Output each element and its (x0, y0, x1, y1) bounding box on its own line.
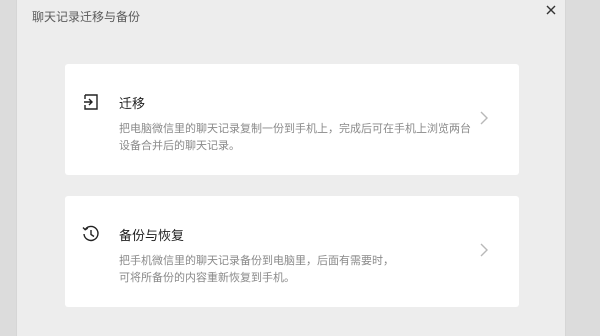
migrate-description: 把电脑微信里的聊天记录复制一份到手机上，完成后可在手机上浏览两台设备合并后的聊天… (119, 122, 471, 152)
history-restore-icon (81, 224, 101, 244)
close-button[interactable] (543, 2, 559, 18)
backup-restore-title: 备份与恢复 (119, 229, 185, 244)
backup-restore-description-line: 可将所备份的内容重新恢复到手机。 (119, 271, 295, 284)
dialog-title: 聊天记录迁移与备份 (32, 10, 141, 24)
backup-restore-description-line: 把手机微信里的聊天记录备份到电脑里，后面有需要时， (119, 254, 394, 267)
chevron-right-icon (477, 241, 491, 259)
chevron-right-icon (477, 109, 491, 127)
backup-restore-description: 把手机微信里的聊天记录备份到电脑里，后面有需要时， 可将所备份的内容重新恢复到手… (119, 252, 477, 286)
migrate-card[interactable]: 迁移 把电脑微信里的聊天记录复制一份到手机上，完成后可在手机上浏览两台设备合并后… (65, 64, 519, 175)
close-icon (546, 5, 556, 15)
migrate-title: 迁移 (119, 97, 146, 112)
backup-restore-card[interactable]: 备份与恢复 把手机微信里的聊天记录备份到电脑里，后面有需要时， 可将所备份的内容… (65, 196, 519, 307)
migrate-icon (81, 92, 101, 112)
chat-migration-dialog: 聊天记录迁移与备份 迁移 把电脑微信里的聊天记录复制一份到手机上，完成后可在手机… (16, 0, 566, 336)
